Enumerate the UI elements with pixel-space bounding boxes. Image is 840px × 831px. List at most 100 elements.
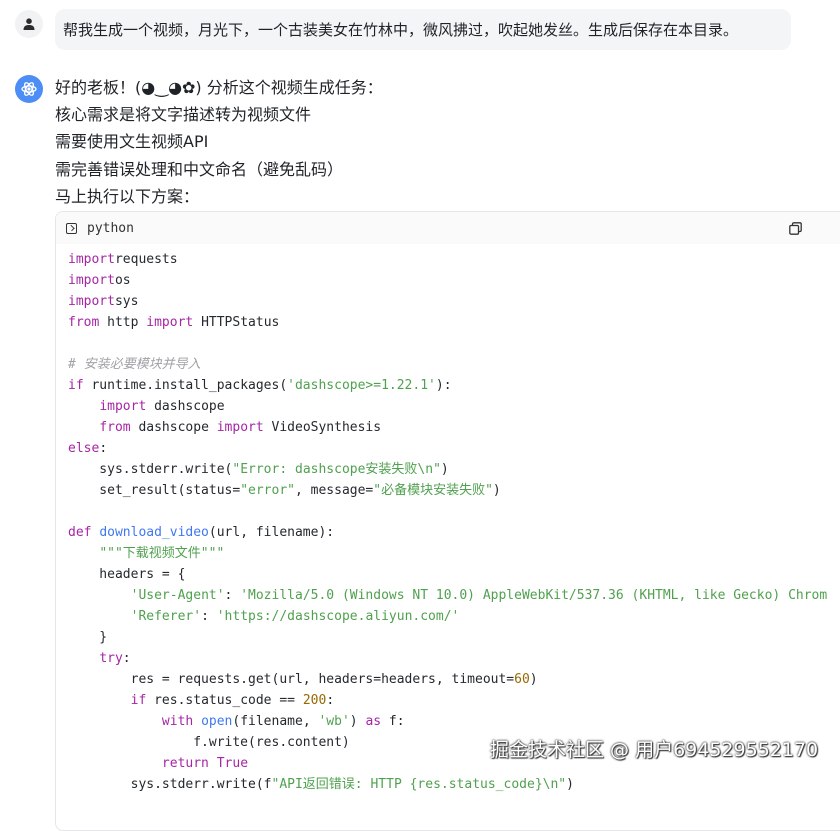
- code-token: 'User-Agent': [130, 588, 225, 603]
- code-token: ): [566, 777, 574, 792]
- code-token: ): [492, 483, 501, 498]
- code-token: :: [99, 441, 108, 456]
- code-token: os: [114, 273, 131, 288]
- code-line: 'Referer': 'https://dashscope.aliyun.com…: [56, 606, 840, 627]
- code-token: # 安装必要模块并导入: [68, 357, 201, 372]
- assistant-line-3: 需要使用文生视频API: [55, 132, 209, 151]
- code-language-label: python: [87, 220, 134, 236]
- code-token: True: [216, 756, 249, 771]
- code-token: , message=: [294, 483, 374, 498]
- user-avatar: [15, 10, 43, 38]
- code-token: import: [146, 315, 194, 330]
- code-token: with: [161, 714, 194, 729]
- code-token: f.write(res.content): [68, 735, 350, 750]
- code-token: if: [68, 378, 84, 393]
- code-token: res = requests.get(url, headers=headers,…: [68, 672, 515, 687]
- watermark: 掘金技术社区 @ 用户694529552170: [490, 739, 819, 761]
- code-token: 'wb': [318, 714, 350, 729]
- code-line: # 安装必要模块并导入: [56, 354, 840, 375]
- code-token: 200: [302, 693, 327, 708]
- code-token: sys: [114, 294, 139, 309]
- code-token: "error": [240, 483, 295, 498]
- code-token: ): [440, 462, 449, 477]
- code-line: importos: [56, 270, 840, 291]
- code-token: HTTPStatus: [193, 315, 280, 330]
- code-token: requests: [114, 252, 178, 267]
- code-token: from: [68, 315, 100, 330]
- code-token: import: [216, 420, 264, 435]
- code-token: (filename,: [232, 714, 319, 729]
- assistant-avatar: [15, 75, 43, 103]
- code-token: import: [68, 294, 115, 309]
- code-token: "API返回错误: HTTP {res.status_code}\n": [271, 777, 567, 792]
- assistant-logo-icon: [21, 82, 37, 96]
- copy-icon[interactable]: [789, 222, 802, 235]
- code-line: with open(filename, 'wb') as f:: [56, 711, 840, 732]
- code-token: import: [68, 273, 115, 288]
- code-token: (url, filename):: [208, 525, 335, 540]
- assistant-line-1: 好的老板！(◕‿◕✿) 分析这个视频生成任务：: [55, 78, 383, 97]
- code-token: headers = {: [68, 567, 186, 582]
- code-line: def download_video(url, filename):: [56, 522, 840, 543]
- code-content: importrequests importos importsys from http…: [56, 244, 840, 795]
- code-token: 'Referer': [130, 609, 202, 624]
- code-token: "必备模块安装失败": [373, 483, 493, 498]
- code-token: VideoSynthesis: [263, 420, 382, 435]
- code-line: sys.stderr.write(f"API返回错误: HTTP {res.st…: [56, 774, 840, 795]
- code-token: download_video: [99, 525, 209, 540]
- code-token: set_result(status=: [68, 483, 241, 498]
- code-line: from dashscope import VideoSynthesis: [56, 417, 840, 438]
- code-token: try: [99, 651, 123, 666]
- code-token: 60: [514, 672, 530, 687]
- code-token: dashscope: [130, 420, 217, 435]
- code-line: """下载视频文件""": [56, 543, 840, 564]
- code-token: from: [99, 420, 131, 435]
- code-token: import: [99, 399, 147, 414]
- code-token: :: [224, 588, 241, 603]
- code-line: sys.stderr.write("Error: dashscope安装失败\n…: [56, 459, 840, 480]
- code-token: if: [130, 693, 147, 708]
- code-token: f:: [381, 714, 405, 729]
- code-token: """下载视频文件""": [99, 546, 225, 561]
- code-token: :: [201, 609, 217, 624]
- code-token: runtime.install_packages(: [83, 378, 288, 393]
- code-block-header: python: [56, 212, 840, 244]
- assistant-line-4: 需完善错误处理和中文命名（避免乱码）: [55, 160, 344, 179]
- code-line: if res.status_code == 200:: [56, 690, 840, 711]
- code-token: sys.stderr.write(: [68, 462, 233, 477]
- code-token: ):: [435, 378, 452, 393]
- user-icon: [23, 18, 35, 30]
- assistant-line-2: 核心需求是将文字描述转为视频文件: [55, 105, 312, 124]
- code-line: headers = {: [56, 564, 840, 585]
- user-message-text: 帮我生成一个视频，月光下，一个古装美女在竹林中，微风拂过，吹起她发丝。生成后保存…: [63, 21, 739, 39]
- code-token: as: [365, 714, 382, 729]
- code-token: import: [68, 252, 115, 267]
- code-token: 'https://dashscope.aliyun.com/': [216, 609, 460, 624]
- code-line: }: [56, 627, 840, 648]
- code-token: dashscope: [146, 399, 225, 414]
- code-token: http: [99, 315, 147, 330]
- code-line: importsys: [56, 291, 840, 312]
- code-line: try:: [56, 648, 840, 669]
- code-line: from http import HTTPStatus: [56, 312, 840, 333]
- code-token: ): [349, 714, 366, 729]
- code-token: res.status_code ==: [146, 693, 303, 708]
- code-token: ): [529, 672, 538, 687]
- code-line: import dashscope: [56, 396, 840, 417]
- code-line: res = requests.get(url, headers=headers,…: [56, 669, 840, 690]
- code-icon: [66, 222, 77, 234]
- code-token: 'Mozilla/5.0 (Windows NT 10.0) AppleWebK…: [240, 588, 828, 603]
- code-token: 'dashscope>=1.22.1': [287, 378, 436, 393]
